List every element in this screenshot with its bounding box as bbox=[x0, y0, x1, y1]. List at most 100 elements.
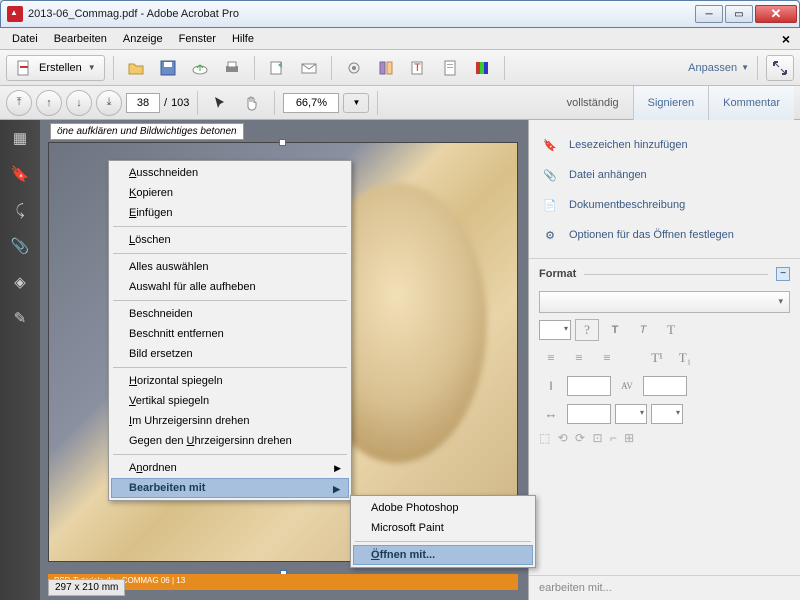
fullscreen-button[interactable] bbox=[766, 55, 794, 81]
create-icon bbox=[15, 59, 33, 77]
menu-datei[interactable]: Datei bbox=[4, 31, 46, 47]
ctx-crop[interactable]: Beschneiden bbox=[111, 304, 349, 324]
maximize-button[interactable]: ▭ bbox=[725, 5, 753, 23]
tool-d[interactable] bbox=[436, 55, 464, 81]
menu-anzeige[interactable]: Anzeige bbox=[115, 31, 171, 47]
sub-paint[interactable]: Microsoft Paint bbox=[353, 518, 533, 538]
tool-e[interactable] bbox=[468, 55, 496, 81]
ctx-rotate-ccw[interactable]: Gegen den Uhrzeigersinn drehen bbox=[111, 431, 349, 451]
hand-tool[interactable] bbox=[238, 90, 266, 116]
print-icon bbox=[223, 59, 241, 77]
sub-photoshop[interactable]: Adobe Photoshop bbox=[353, 498, 533, 518]
tab-signieren[interactable]: Signieren bbox=[633, 86, 708, 120]
sidebar: ▦ 🔖 ⤹ 📎 ◈ ✎ bbox=[0, 120, 40, 600]
help-button[interactable]: ? bbox=[575, 319, 599, 341]
page-input[interactable] bbox=[126, 93, 160, 113]
doc-description-link[interactable]: 📄Dokumentbeschreibung bbox=[539, 190, 790, 220]
tool-a[interactable] bbox=[340, 55, 368, 81]
kerning-field[interactable] bbox=[643, 376, 687, 396]
fill-swatch[interactable] bbox=[615, 404, 647, 424]
create-button[interactable]: Erstellen ▼ bbox=[6, 55, 105, 81]
customize-link[interactable]: Anpassen▼ bbox=[688, 62, 749, 74]
scale-h[interactable]: ↔ bbox=[539, 403, 563, 425]
ctx-select-all[interactable]: Alles auswählen bbox=[111, 257, 349, 277]
subscript[interactable]: T₁ bbox=[673, 347, 697, 369]
signatures-icon[interactable]: ✎ bbox=[10, 308, 30, 328]
next-page-button[interactable]: ↓ bbox=[66, 90, 92, 116]
sub-open-with[interactable]: Öffnen mit... bbox=[353, 545, 533, 565]
align-right[interactable]: ≡ bbox=[595, 347, 619, 369]
minimize-button[interactable]: ─ bbox=[695, 5, 723, 23]
thumbnails-icon[interactable]: ▦ bbox=[10, 128, 30, 148]
share-button[interactable] bbox=[263, 55, 291, 81]
menu-hilfe[interactable]: Hilfe bbox=[224, 31, 262, 47]
font-dropdown[interactable] bbox=[539, 291, 790, 313]
ctx-paste[interactable]: Einfügen bbox=[111, 203, 349, 223]
tool-c[interactable]: T bbox=[404, 55, 432, 81]
line-spacing[interactable]: ‖ bbox=[539, 375, 563, 397]
ctx-flip-v[interactable]: Vertikal spiegeln bbox=[111, 391, 349, 411]
resize-handle[interactable] bbox=[279, 139, 286, 146]
color-swatch[interactable] bbox=[539, 320, 571, 340]
page-dimensions: 297 x 210 mm bbox=[48, 579, 125, 596]
stroke-swatch[interactable] bbox=[651, 404, 683, 424]
close-button[interactable]: ✕ bbox=[755, 5, 797, 23]
envelope-icon bbox=[300, 59, 318, 77]
flow-icon[interactable]: ⤹ bbox=[10, 200, 30, 220]
doc-close-button[interactable]: × bbox=[776, 31, 796, 47]
tab-kommentar[interactable]: Kommentar bbox=[708, 86, 794, 120]
open-options-link[interactable]: ⚙Optionen für das Öffnen festlegen bbox=[539, 220, 790, 250]
select-tool[interactable] bbox=[206, 90, 234, 116]
add-bookmark-link[interactable]: 🔖Lesezeichen hinzufügen bbox=[539, 130, 790, 160]
cloud-button[interactable] bbox=[186, 55, 214, 81]
menu-fenster[interactable]: Fenster bbox=[171, 31, 224, 47]
gear-icon bbox=[345, 59, 363, 77]
ctx-arrange[interactable]: Anordnen▶ bbox=[111, 458, 349, 478]
open-button[interactable] bbox=[122, 55, 150, 81]
attachments-icon[interactable]: 📎 bbox=[10, 236, 30, 256]
save-button[interactable] bbox=[154, 55, 182, 81]
zoom-caret[interactable]: ▼ bbox=[343, 93, 369, 113]
ctx-edit-with[interactable]: Bearbeiten mit▶ bbox=[111, 478, 349, 498]
email-button[interactable] bbox=[295, 55, 323, 81]
zoom-input[interactable] bbox=[283, 93, 339, 113]
cloud-icon bbox=[191, 59, 209, 77]
kerning[interactable]: AV bbox=[615, 375, 639, 397]
caret-icon: ▼ bbox=[88, 63, 96, 72]
attach-file-link[interactable]: 📎Datei anhängen bbox=[539, 160, 790, 190]
menubar: Datei Bearbeiten Anzeige Fenster Hilfe × bbox=[0, 28, 800, 50]
last-page-button[interactable]: ⤓ bbox=[96, 90, 122, 116]
bold-button[interactable]: T bbox=[603, 319, 627, 341]
ctx-copy[interactable]: Kopieren bbox=[111, 183, 349, 203]
ctx-remove-crop[interactable]: Beschnitt entfernen bbox=[111, 324, 349, 344]
ctx-flip-h[interactable]: Horizontal spiegeln bbox=[111, 371, 349, 391]
view-vollstaendig[interactable]: vollständig bbox=[553, 86, 633, 120]
ctx-cut[interactable]: Ausschneiden bbox=[111, 163, 349, 183]
layers-icon[interactable]: ◈ bbox=[10, 272, 30, 292]
tool-b[interactable] bbox=[372, 55, 400, 81]
context-menu: Ausschneiden Kopieren Einfügen Löschen A… bbox=[108, 160, 352, 501]
page-sep: / bbox=[164, 97, 167, 109]
ctx-rotate-cw[interactable]: Im Uhrzeigersinn drehen bbox=[111, 411, 349, 431]
ctx-deselect[interactable]: Auswahl für alle aufheben bbox=[111, 277, 349, 297]
menu-bearbeiten[interactable]: Bearbeiten bbox=[46, 31, 115, 47]
window-title: 2013-06_Commag.pdf - Adobe Acrobat Pro bbox=[28, 8, 695, 20]
align-left[interactable]: ≡ bbox=[539, 347, 563, 369]
align-center[interactable]: ≡ bbox=[567, 347, 591, 369]
prev-page-button[interactable]: ↑ bbox=[36, 90, 62, 116]
italic-button[interactable]: T bbox=[631, 319, 655, 341]
ctx-delete[interactable]: Löschen bbox=[111, 230, 349, 250]
superscript[interactable]: T¹ bbox=[645, 347, 669, 369]
spacing-field[interactable] bbox=[567, 376, 611, 396]
underline-button[interactable]: T bbox=[659, 319, 683, 341]
first-page-button[interactable]: ⤒ bbox=[6, 90, 32, 116]
format-body: ? T T T ≡ ≡ ≡ T¹ T₁ ‖ AV ↔ bbox=[529, 285, 800, 451]
print-button[interactable] bbox=[218, 55, 246, 81]
collapse-button[interactable]: − bbox=[776, 267, 790, 281]
bookmarks-icon[interactable]: 🔖 bbox=[10, 164, 30, 184]
ctx-replace-image[interactable]: Bild ersetzen bbox=[111, 344, 349, 364]
titlebar: 2013-06_Commag.pdf - Adobe Acrobat Pro ─… bbox=[0, 0, 800, 28]
scale-field[interactable] bbox=[567, 404, 611, 424]
bookmark-icon: 🔖 bbox=[541, 136, 559, 154]
edit-text-icon: T bbox=[409, 59, 427, 77]
